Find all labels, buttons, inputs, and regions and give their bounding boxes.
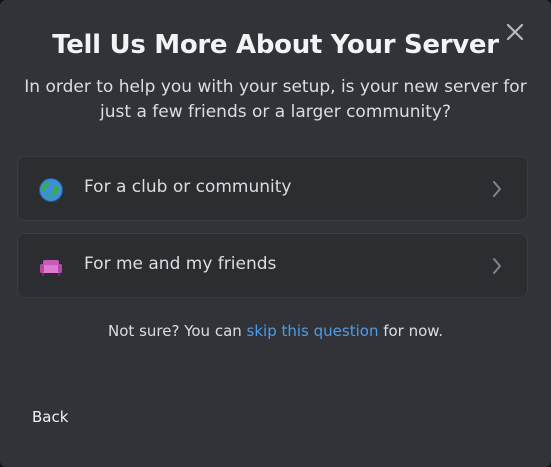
create-server-dialog: Tell Us More About Your Server In order … (0, 0, 551, 467)
chevron-right-icon (491, 179, 503, 199)
option-label: For a club or community (84, 177, 292, 197)
globe-icon (38, 177, 64, 203)
option-club-community[interactable]: For a club or community (17, 156, 528, 221)
skip-question-text: Not sure? You can skip this question for… (0, 322, 551, 340)
skip-suffix: for now. (378, 322, 443, 340)
skip-question-link[interactable]: skip this question (247, 322, 379, 340)
dialog-subtitle: In order to help you with your setup, is… (24, 77, 527, 122)
skip-prefix: Not sure? You can (108, 322, 247, 340)
dialog-title: Tell Us More About Your Server (52, 30, 499, 60)
couch-icon (38, 254, 64, 280)
option-label: For me and my friends (84, 254, 277, 274)
option-me-and-friends[interactable]: For me and my friends (17, 233, 528, 298)
chevron-right-icon (491, 256, 503, 276)
back-button[interactable]: Back (32, 408, 68, 426)
